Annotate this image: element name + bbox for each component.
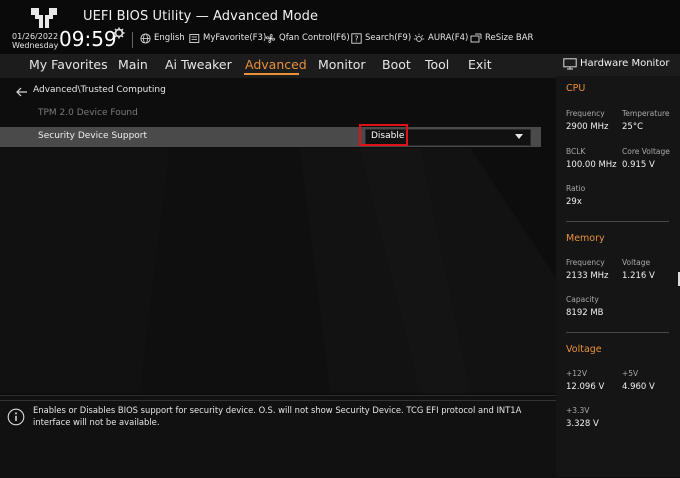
- globe-icon: [140, 32, 151, 44]
- voltage-5v-label: +5V: [622, 369, 639, 378]
- cpu-ratio-label: Ratio: [566, 184, 586, 193]
- day-display: Wednesday: [12, 41, 59, 50]
- cpu-bclk-label: BCLK: [566, 147, 586, 156]
- tab-my-favorites[interactable]: My Favorites: [29, 57, 108, 72]
- aura-label: AURA(F4): [428, 33, 469, 43]
- tab-advanced[interactable]: Advanced: [245, 57, 307, 72]
- memory-heading: Memory: [566, 233, 605, 244]
- section-divider: [566, 332, 669, 333]
- tpm-device-found-label: TPM 2.0 Device Found: [38, 108, 138, 118]
- resize-bar-button[interactable]: ReSize BAR: [470, 31, 533, 45]
- cpu-temperature-value: 25°C: [622, 122, 644, 132]
- aura-lighting-icon: [413, 33, 425, 42]
- qfan-control-button[interactable]: Qfan Control(F6): [265, 31, 350, 45]
- info-icon: [7, 408, 25, 426]
- search-button[interactable]: ? Search(F9): [351, 31, 411, 45]
- myfavorite-button[interactable]: MyFavorite(F3): [189, 31, 266, 45]
- app-title: UEFI BIOS Utility — Advanced Mode: [83, 9, 319, 24]
- cpu-core-voltage-label: Core Voltage: [622, 147, 670, 156]
- svg-text:?: ?: [354, 34, 358, 43]
- active-tab-indicator: [244, 73, 299, 75]
- tab-ai-tweaker[interactable]: Ai Tweaker: [165, 57, 232, 72]
- cpu-frequency-value: 2900 MHz: [566, 122, 609, 132]
- tab-tool[interactable]: Tool: [425, 57, 449, 72]
- tab-main[interactable]: Main: [118, 57, 148, 72]
- voltage-3v3-label: +3.3V: [566, 406, 590, 415]
- help-divider: [0, 400, 556, 401]
- memory-capacity-value: 8192 MB: [566, 308, 604, 318]
- myfavorite-label: MyFavorite(F3): [203, 33, 267, 43]
- voltage-heading: Voltage: [566, 344, 602, 355]
- memory-frequency-value: 2133 MHz: [566, 271, 609, 281]
- voltage-3v3-value: 3.328 V: [566, 419, 599, 429]
- language-button[interactable]: English: [140, 31, 185, 45]
- resize-bar-label: ReSize BAR: [485, 33, 534, 43]
- help-description: Enables or Disables BIOS support for sec…: [33, 405, 522, 427]
- fan-icon: [265, 33, 276, 43]
- voltage-5v-value: 4.960 V: [622, 382, 655, 392]
- settings-panel: [0, 78, 556, 393]
- date-display: 01/26/2022: [12, 32, 59, 41]
- cpu-core-voltage-value: 0.915 V: [622, 160, 655, 170]
- toolbar-divider: [132, 32, 133, 48]
- background-pattern: [0, 148, 556, 393]
- voltage-12v-value: 12.096 V: [566, 382, 605, 392]
- memory-voltage-value: 1.216 V: [622, 271, 655, 281]
- cpu-temperature-label: Temperature: [622, 109, 670, 118]
- hardware-monitor-title: Hardware Monitor: [580, 58, 670, 69]
- memory-frequency-label: Frequency: [566, 258, 605, 267]
- tuf-logo-icon: [31, 8, 57, 28]
- memory-voltage-label: Voltage: [622, 258, 651, 267]
- tab-exit[interactable]: Exit: [468, 57, 492, 72]
- breadcrumb: Advanced\Trusted Computing: [33, 85, 166, 95]
- section-divider: [566, 221, 669, 222]
- aura-button[interactable]: AURA(F4): [413, 31, 468, 45]
- cpu-heading: CPU: [566, 83, 586, 94]
- highlight-annotation: [359, 124, 408, 146]
- back-arrow-icon[interactable]: [16, 87, 28, 97]
- chevron-down-icon: [515, 134, 523, 139]
- tab-monitor[interactable]: Monitor: [318, 57, 366, 72]
- search-label: Search(F9): [365, 33, 412, 43]
- resize-bar-icon: [470, 33, 482, 42]
- cpu-bclk-value: 100.00 MHz: [566, 160, 617, 170]
- monitor-icon: [563, 58, 577, 70]
- memory-capacity-label: Capacity: [566, 295, 599, 304]
- qfan-control-label: Qfan Control(F6): [279, 33, 350, 43]
- cpu-ratio-value: 29x: [566, 197, 582, 207]
- cpu-frequency-label: Frequency: [566, 109, 605, 118]
- language-label: English: [154, 33, 185, 43]
- security-device-support-label: Security Device Support: [38, 131, 148, 141]
- clock-time: 09:59: [59, 27, 117, 51]
- voltage-12v-label: +12V: [566, 369, 587, 378]
- favorite-list-icon: [189, 33, 200, 43]
- search-help-icon: ?: [351, 32, 362, 44]
- tab-boot[interactable]: Boot: [382, 57, 411, 72]
- clock-settings-gear-icon[interactable]: [113, 27, 125, 39]
